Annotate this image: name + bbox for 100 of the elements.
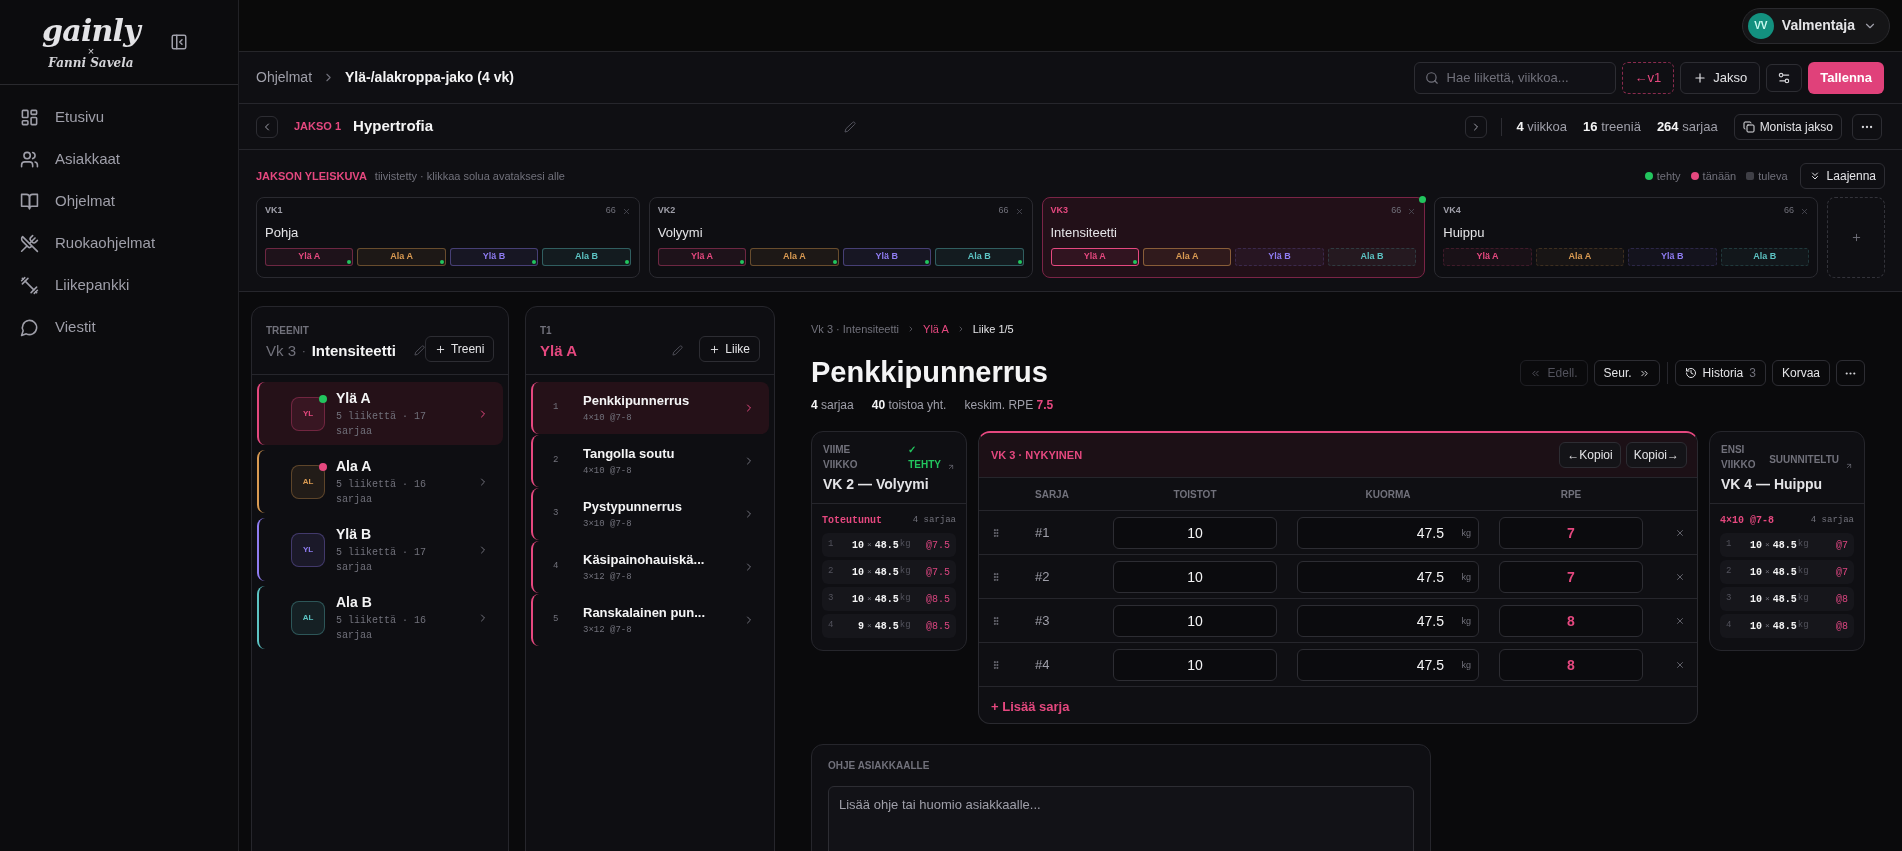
nav-item[interactable]: Etusivu [20,97,218,137]
arrow-up-right-icon[interactable] [1845,462,1853,470]
workout-cell[interactable]: Ylä A [1050,247,1139,266]
rpe-input[interactable]: 7 [1499,516,1643,549]
workout-cell[interactable]: Ala B [1720,247,1809,266]
more-button[interactable] [1852,113,1882,140]
copy-back-button[interactable]: ←Kopioi [1559,442,1621,468]
period-stat: 4 viikkoa [1516,117,1568,136]
workout-item[interactable]: YL Ylä B 5 liikettä · 17 sarjaa [257,518,503,581]
pencil-icon[interactable] [844,120,856,133]
exercise-item[interactable]: 5 Ranskalainen pun... 3×12 @7-8 [531,594,769,646]
breadcrumb-link[interactable]: Vk 3 · Intensiteetti [811,320,900,338]
week-card[interactable]: VK2 66 Volyymi Ylä A Ala A Ylä B Ala B [648,197,1033,278]
rpe-input[interactable]: 8 [1499,604,1643,637]
unit-label: kg [1461,614,1471,628]
logo-cross: × [87,45,95,57]
workout-item[interactable]: YL Ylä A 5 liikettä · 17 sarjaa [257,382,503,445]
add-period-button[interactable]: Jakso [1680,61,1761,94]
exercise-item[interactable]: 1 Penkkipunnerrus 4×10 @7-8 [531,382,769,434]
workout-cell[interactable]: Ylä B [449,247,539,266]
pencil-icon[interactable] [413,345,425,357]
filter-button[interactable] [1766,63,1803,92]
workout-item[interactable]: AL Ala A 5 liikettä · 16 sarjaa [257,450,503,513]
workout-cell[interactable]: Ala A [750,247,839,266]
nav-item[interactable]: Liikepankki [20,265,218,305]
close-icon[interactable] [621,206,631,216]
add-week-button[interactable] [1827,197,1885,278]
more-button[interactable] [1836,360,1865,386]
rpe-input[interactable]: 7 [1499,560,1643,593]
set-number: 4 [1726,619,1733,633]
close-icon[interactable] [1675,571,1685,582]
add-workout-button[interactable]: Treeni [424,336,495,362]
workout-cell[interactable]: Ala B [935,247,1024,266]
workout-cell[interactable]: Ala B [1327,247,1417,266]
close-icon[interactable] [1407,206,1417,216]
week-card[interactable]: VK3 66 Intensiteetti Ylä A Ala A Ylä B Ala B [1041,197,1426,278]
week-name: Volyymi [657,224,704,242]
card-count: 4 sarjaa [912,513,956,527]
pencil-icon[interactable] [672,345,684,357]
workout-cell[interactable]: Ylä A [265,247,354,266]
breadcrumb-link[interactable]: Ohjelmat [256,67,313,88]
previous-period-button[interactable] [256,115,278,138]
copy-forward-button[interactable]: Kopioi→ [1625,442,1687,468]
copy-period-button[interactable]: Monista jakso [1733,113,1842,140]
workout-cell[interactable]: Ala A [1142,247,1232,266]
close-icon[interactable] [1800,206,1809,216]
set-reps: 10 [851,592,864,607]
workout-meta: 5 liikettä · 16 sarjaa [336,614,427,643]
workout-cell[interactable]: Ala A [357,247,446,266]
column-header: RPE [1559,487,1583,502]
workout-cell[interactable]: Ylä B [1628,247,1717,266]
workout-cell[interactable]: Ylä B [1235,247,1324,266]
overview-hint: tiivistetty · klikkaa solua avataksesi alle [374,168,565,184]
workout-cell[interactable]: Ala B [542,247,631,266]
next-button[interactable]: Seur. [1593,360,1660,386]
close-icon[interactable] [1675,615,1685,626]
breadcrumb-link[interactable]: Ylä A [923,320,949,338]
history-button[interactable]: Historia 3 [1674,360,1766,386]
workout-avatar: AL [291,464,325,499]
reps-input[interactable]: 10 [1113,560,1277,593]
drag-handle-icon[interactable] [991,570,1001,583]
week-card[interactable]: VK1 66 Pohja Ylä A Ala A Ylä B Ala B [256,197,640,278]
exercise-item[interactable]: 2 Tangolla soutu 4×10 @7-8 [531,435,769,487]
reps-input[interactable]: 10 [1113,604,1277,637]
set-rpe: @8 [1836,592,1848,607]
workout-cell[interactable]: Ala A [1535,247,1625,266]
workout-cell[interactable]: Ylä A [657,247,747,266]
expand-button[interactable]: Laajenna [1799,163,1885,189]
next-period-button[interactable] [1465,115,1488,138]
sidebar-toggle-icon[interactable] [170,33,188,51]
nav-item[interactable]: Viestit [20,307,218,347]
nav-item[interactable]: Asiakkaat [20,139,218,179]
nav-item[interactable]: Ruokaohjelmat [20,223,218,263]
nav-item[interactable]: Ohjelmat [20,181,218,221]
replace-button[interactable]: Korvaa [1771,360,1830,386]
close-icon[interactable] [1675,527,1685,538]
drag-handle-icon[interactable] [991,526,1001,539]
add-exercise-button[interactable]: Liike [699,336,760,362]
workout-cell[interactable]: Ylä A [1443,247,1532,266]
week-card[interactable]: VK4 66 Huippu Ylä A Ala A Ylä B Ala B [1434,197,1818,278]
note-field[interactable]: Lisää ohje tai huomio asiakkaalle... [828,786,1414,851]
arrow-up-right-icon[interactable] [947,463,955,471]
set-load: 48.5 [1772,538,1797,553]
workout-item[interactable]: AL Ala B 5 liikettä · 16 sarjaa [257,586,503,649]
user-menu[interactable]: VV Valmentaja [1741,7,1890,44]
close-icon[interactable] [1014,206,1024,216]
drag-handle-icon[interactable] [991,614,1001,627]
close-icon[interactable] [1675,659,1685,670]
save-button[interactable]: Tallenna [1808,61,1884,94]
drag-handle-icon[interactable] [991,658,1001,671]
dumbbell-icon [20,275,39,295]
search-field[interactable]: Hae liikettä, viikkoa... [1413,61,1616,94]
reps-input[interactable]: 10 [1113,516,1277,549]
exercise-item[interactable]: 4 Käsipainohauiskä... 3×12 @7-8 [531,541,769,593]
reps-input[interactable]: 10 [1113,648,1277,681]
add-set-button[interactable]: + Lisää sarja [991,697,1070,717]
workout-cell[interactable]: Ylä B [842,247,932,266]
rpe-input[interactable]: 8 [1499,648,1643,681]
version-button[interactable]: ←v1 [1621,61,1675,94]
exercise-item[interactable]: 3 Pystypunnerrus 3×10 @7-8 [531,488,769,540]
